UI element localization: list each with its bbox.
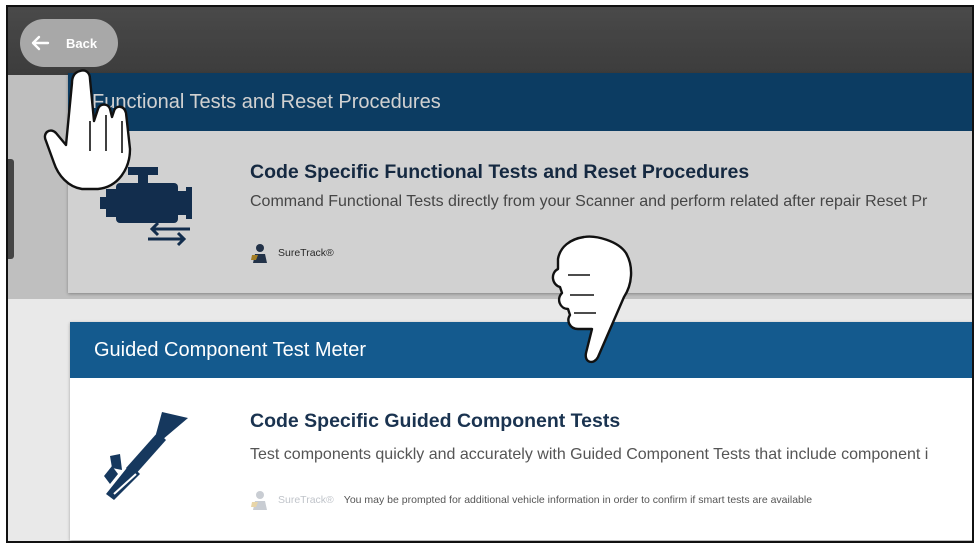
guided-component-test-card[interactable]: Guided Component Test Meter Code Specifi… [70, 322, 972, 540]
suretrack-badge: SureTrack® [250, 243, 334, 263]
card-header: Guided Component Test Meter [70, 322, 972, 378]
back-label: Back [66, 35, 98, 51]
back-button[interactable]: Back [20, 19, 118, 67]
card-header: Functional Tests and Reset Procedures [68, 73, 972, 131]
side-drawer-handle[interactable] [8, 159, 14, 259]
card-description: Command Functional Tests directly from y… [250, 193, 928, 210]
pointer-hand-icon [551, 235, 633, 364]
availability-note: You may be prompted for additional vehic… [343, 494, 813, 506]
pointer-hand-icon [43, 69, 132, 191]
functional-tests-card[interactable]: Functional Tests and Reset Procedures Co… [68, 73, 972, 293]
card-title: Code Specific Functional Tests and Reset… [250, 161, 750, 183]
top-bar [8, 7, 972, 75]
suretrack-logo-icon [251, 491, 267, 510]
suretrack-label: SureTrack® [278, 247, 334, 259]
app-window: Functional Tests and Reset Procedures Co… [6, 5, 974, 543]
test-probe-icon [104, 412, 188, 500]
suretrack-label: SureTrack® [278, 494, 334, 506]
suretrack-badge: SureTrack® You may be prompted for addit… [250, 490, 812, 510]
card-title: Code Specific Guided Component Tests [250, 410, 621, 432]
arrow-left-icon [31, 35, 50, 51]
suretrack-logo-icon [251, 244, 267, 263]
card-description: Test components quickly and accurately w… [250, 446, 929, 463]
